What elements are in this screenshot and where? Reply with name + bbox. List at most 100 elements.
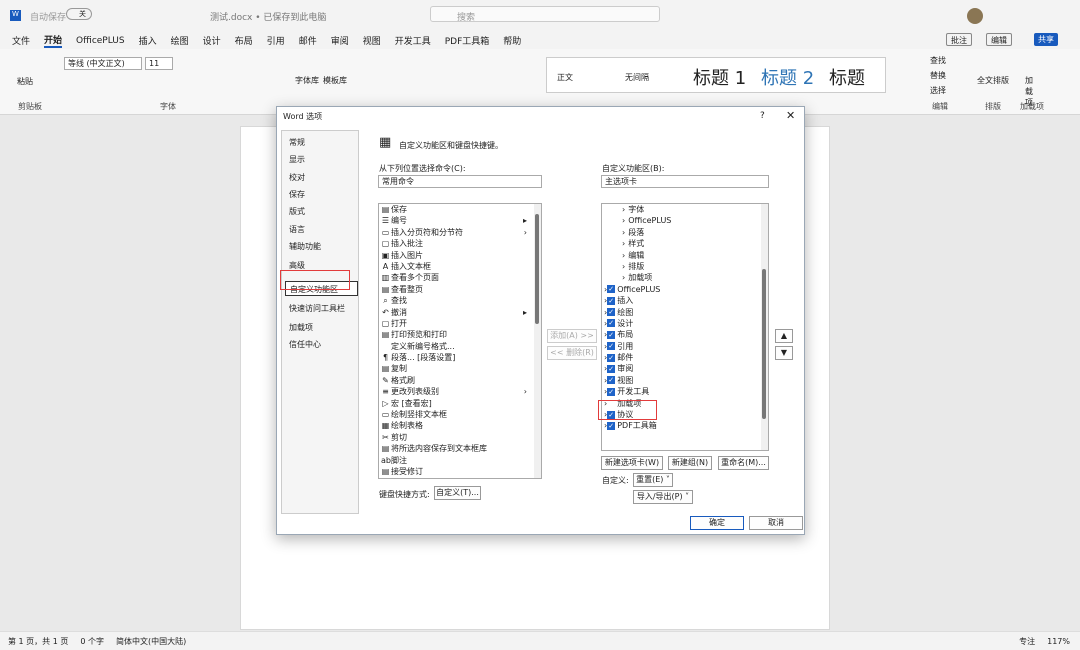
menu-tab[interactable]: 绘图 xyxy=(171,34,189,47)
menu-tab[interactable]: 布局 xyxy=(235,34,253,47)
category-item[interactable]: 信任中心 xyxy=(289,337,351,352)
find-button[interactable]: 查找 xyxy=(930,55,946,66)
size-select[interactable]: 11 xyxy=(145,57,173,70)
list-item[interactable]: ¶ 段落... [段落设置] xyxy=(379,352,541,363)
scrollbar[interactable] xyxy=(761,204,768,450)
menu-tab[interactable]: 插入 xyxy=(139,34,157,47)
list-item[interactable]: ▢ 插入批注 xyxy=(379,238,541,249)
list-item[interactable]: ▢ 打开 xyxy=(379,318,541,329)
menu-tab[interactable]: 邮件 xyxy=(299,34,317,47)
checkbox-icon[interactable]: ✓ xyxy=(607,421,616,430)
import-export-button[interactable]: 导入/导出(P) ˅ xyxy=(633,490,693,504)
tree-item[interactable]: ›✓ 设计 xyxy=(602,318,768,329)
list-item[interactable]: ▷ 宏 [查看宏] xyxy=(379,398,541,409)
replace-button[interactable]: 替换 xyxy=(930,70,946,81)
avatar[interactable] xyxy=(967,8,983,24)
style-item[interactable]: 无间隔 xyxy=(625,72,649,83)
fulltext-button[interactable]: 全文排版 xyxy=(977,75,1009,86)
list-item[interactable]: ▦ 绘制表格 xyxy=(379,420,541,431)
search-box[interactable]: 搜索 xyxy=(430,6,660,23)
paste-button[interactable]: 粘贴 xyxy=(17,76,33,87)
tree-item[interactable]: ›✓ 引用 xyxy=(602,341,768,352)
comment-button[interactable]: 批注 xyxy=(946,33,972,46)
help-icon[interactable]: ? xyxy=(760,111,765,121)
style-item[interactable]: 标题 2 xyxy=(761,64,814,90)
category-item[interactable]: 辅助功能 xyxy=(289,239,351,254)
checkbox-icon[interactable]: ✓ xyxy=(607,376,616,385)
list-item[interactable]: ▤ 接受修订 xyxy=(379,466,541,477)
checkbox-icon[interactable]: ✓ xyxy=(607,353,616,362)
tree-item[interactable]: ›✓ 开发工具 xyxy=(602,386,768,397)
font-select[interactable]: 等线 (中文正文) xyxy=(64,57,142,70)
select-button[interactable]: 选择 xyxy=(930,85,946,96)
tree-item[interactable]: ›✓ PDF工具箱 xyxy=(602,420,768,431)
close-icon[interactable]: ✕ xyxy=(786,109,795,122)
list-item[interactable]: 定义新编号格式... xyxy=(379,341,541,352)
template-button[interactable]: 模板库 xyxy=(323,75,347,86)
list-item[interactable]: ▭ 绘制竖排文本框 xyxy=(379,409,541,420)
tree-item[interactable]: › 段落 xyxy=(602,227,768,238)
tree-item[interactable]: ›✓ 绘图 xyxy=(602,307,768,318)
language[interactable]: 简体中文(中国大陆) xyxy=(116,636,186,647)
tree-item[interactable]: › 字体 xyxy=(602,204,768,215)
edit-button[interactable]: 编辑 xyxy=(986,33,1012,46)
move-up-button[interactable]: ▲ xyxy=(775,329,793,343)
checkbox-icon[interactable]: ✓ xyxy=(607,319,616,328)
remove-button[interactable]: << 删除(R) xyxy=(547,346,597,360)
cancel-button[interactable]: 取消 xyxy=(749,516,803,530)
category-item[interactable]: 保存 xyxy=(289,187,351,202)
tree-item[interactable]: ›✓ OfficePLUS xyxy=(602,284,768,295)
tree-item[interactable]: › 排版 xyxy=(602,261,768,272)
menu-tab[interactable]: 引用 xyxy=(267,34,285,47)
autosave-toggle[interactable]: 关 xyxy=(66,8,92,20)
checkbox-icon[interactable]: ✓ xyxy=(607,364,616,373)
list-item[interactable]: ▤ 将所选内容保存到文本框库 xyxy=(379,443,541,454)
list-item[interactable]: ▤ 保存 xyxy=(379,204,541,215)
list-item[interactable]: ▭ 插入分页符和分节符 › xyxy=(379,227,541,238)
menu-tab[interactable]: 开始 xyxy=(44,33,63,48)
custom-select[interactable]: 主选项卡 xyxy=(601,175,769,188)
move-down-button[interactable]: ▼ xyxy=(775,346,793,360)
keyboard-customize-button[interactable]: 自定义(T)... xyxy=(434,486,481,500)
menu-tab[interactable]: 审阅 xyxy=(331,34,349,47)
choose-select[interactable]: 常用命令 xyxy=(378,175,542,188)
focus-button[interactable]: 专注 xyxy=(1019,636,1035,647)
share-button[interactable]: 共享 xyxy=(1034,33,1058,46)
category-item[interactable]: 版式 xyxy=(289,204,351,219)
new-tab-button[interactable]: 新建选项卡(W) xyxy=(601,456,663,470)
scroll-thumb[interactable] xyxy=(762,269,766,419)
list-item[interactable]: ▥ 查看多个页面 xyxy=(379,272,541,283)
checkbox-icon[interactable]: ✓ xyxy=(607,296,616,305)
list-item[interactable]: ▣ 插入图片 xyxy=(379,250,541,261)
category-item[interactable]: 加载项 xyxy=(289,320,351,335)
list-item[interactable]: ☰ 编号 ▸ xyxy=(379,215,541,226)
tree-item[interactable]: › 加载项 xyxy=(602,272,768,283)
rename-button[interactable]: 重命名(M)... xyxy=(718,456,769,470)
list-item[interactable]: ✎ 格式刷 xyxy=(379,375,541,386)
category-item[interactable]: 显示 xyxy=(289,152,351,167)
style-item[interactable]: 正文 xyxy=(557,72,573,83)
list-item[interactable]: ↶ 撤消 ▸ xyxy=(379,307,541,318)
add-button[interactable]: 添加(A) >> xyxy=(547,329,597,343)
checkbox-icon[interactable]: ✓ xyxy=(607,330,616,339)
list-item[interactable]: ▤ 查看整页 xyxy=(379,284,541,295)
category-item[interactable]: 校对 xyxy=(289,170,351,185)
menu-tab[interactable]: 文件 xyxy=(12,34,30,47)
menu-tab[interactable]: 设计 xyxy=(203,34,221,47)
new-group-button[interactable]: 新建组(N) xyxy=(668,456,712,470)
menu-tab[interactable]: PDF工具箱 xyxy=(445,34,490,47)
list-item[interactable]: ≡ 更改列表级别 › xyxy=(379,386,541,397)
list-item[interactable]: ▤ 打印预览和打印 xyxy=(379,329,541,340)
tree-item[interactable]: ›✓ 审阅 xyxy=(602,363,768,374)
scroll-thumb[interactable] xyxy=(535,214,539,324)
ok-button[interactable]: 确定 xyxy=(690,516,744,530)
scrollbar[interactable] xyxy=(534,204,541,478)
checkbox-icon[interactable]: ✓ xyxy=(607,342,616,351)
list-item[interactable]: ab脚注 xyxy=(379,455,541,466)
zoom-level[interactable]: 117% xyxy=(1047,637,1070,646)
list-item[interactable]: A 插入文本框 xyxy=(379,261,541,272)
tree-item[interactable]: › OfficePLUS xyxy=(602,215,768,226)
style-item[interactable]: 标题 1 xyxy=(693,64,746,90)
tree-item[interactable]: ›✓ 邮件 xyxy=(602,352,768,363)
checkbox-icon[interactable]: ✓ xyxy=(607,308,616,317)
